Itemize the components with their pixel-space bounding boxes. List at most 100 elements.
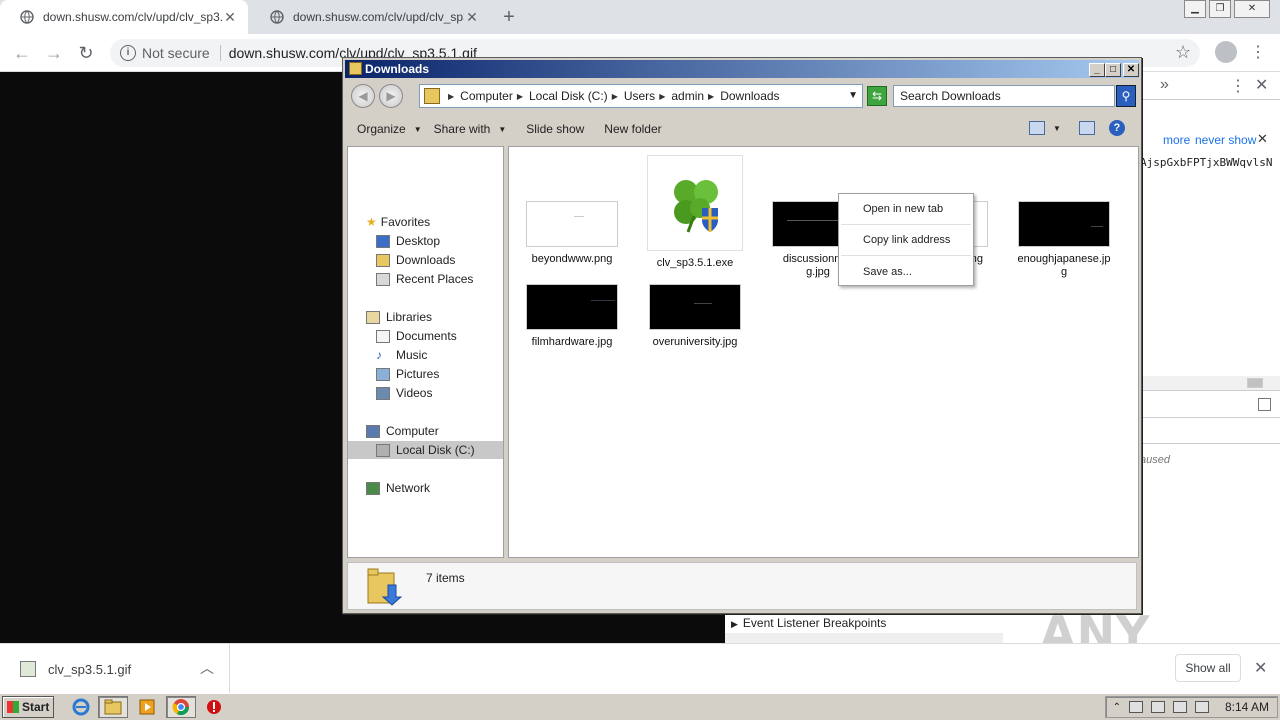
file-name: filmhardware.jpg — [531, 336, 613, 348]
nav-recent-places[interactable]: Recent Places — [376, 270, 473, 288]
organize-button[interactable]: Organize ▼ — [357, 122, 422, 136]
network-icon[interactable] — [1128, 701, 1143, 713]
info-icon[interactable]: i — [120, 45, 136, 61]
forward-arrow-icon[interactable]: → — [42, 41, 66, 65]
file-item[interactable]: enoughjapanese.jp g — [1009, 201, 1119, 279]
share-with-button[interactable]: Share with ▼ — [434, 122, 507, 136]
window-title: Downloads — [365, 62, 430, 76]
action-center-icon[interactable] — [1150, 701, 1165, 713]
more-tabs-icon[interactable]: » — [1160, 76, 1169, 94]
more-link[interactable]: more — [1163, 133, 1190, 147]
breadcrumb-users[interactable]: Users — [624, 89, 655, 103]
scrollbar-thumb[interactable] — [1247, 378, 1263, 388]
slide-show-button[interactable]: Slide show — [526, 122, 584, 136]
change-view-icon[interactable] — [1029, 121, 1045, 135]
browser-tab-1[interactable]: down.shusw.com/clv/upd/clv_sp3.5 ✕ — [0, 0, 248, 34]
new-tab-button[interactable]: + — [498, 5, 520, 29]
breadcrumb-admin[interactable]: admin — [671, 89, 704, 103]
nav-local-disk[interactable]: Local Disk (C:) — [348, 441, 503, 459]
address-dropdown-icon[interactable]: ▼ — [848, 90, 858, 101]
breadcrumb-arrow-icon[interactable]: ▶ — [517, 92, 523, 101]
refresh-icon[interactable]: ⇆ — [867, 86, 887, 106]
downloads-folder-icon — [367, 568, 402, 606]
tab-close-icon[interactable]: ✕ — [464, 9, 480, 26]
menu-item-copy-link[interactable]: Copy link address — [839, 228, 973, 252]
close-shelf-icon[interactable]: ✕ — [1254, 658, 1267, 678]
back-arrow-icon[interactable]: ◀ — [351, 84, 375, 108]
clock[interactable]: 8:14 AM — [1225, 700, 1269, 714]
maximize-icon[interactable]: □ — [1105, 63, 1121, 77]
nav-computer[interactable]: Computer — [366, 422, 439, 440]
file-item[interactable]: filmhardware.jpg — [517, 284, 627, 349]
devtools-close-icon[interactable]: ✕ — [1255, 75, 1268, 95]
media-player-icon[interactable] — [132, 696, 162, 718]
nav-libraries[interactable]: Libraries — [366, 308, 432, 326]
close-window-icon[interactable]: ✕ — [1234, 0, 1270, 18]
nav-downloads[interactable]: Downloads — [376, 251, 455, 269]
download-item[interactable]: clv_sp3.5.1.gif ︿ — [0, 644, 230, 694]
volume-icon[interactable] — [1172, 701, 1187, 713]
nav-desktop[interactable]: Desktop — [376, 232, 440, 250]
explorer-address-bar[interactable]: ▶ Computer ▶ Local Disk (C:) ▶ Users ▶ a… — [419, 84, 863, 108]
tab-close-icon[interactable]: ✕ — [222, 9, 238, 26]
format-icon[interactable] — [1258, 398, 1271, 411]
minimize-icon[interactable]: _ — [1089, 63, 1105, 77]
computer-icon — [366, 424, 380, 438]
search-icon[interactable]: ⚲ — [1116, 85, 1136, 107]
stop-icon[interactable] — [199, 696, 229, 718]
kebab-menu-icon[interactable]: ⋮ — [1250, 42, 1266, 62]
profile-icon[interactable] — [1215, 41, 1237, 63]
tray-expand-icon[interactable]: ⌃ — [1113, 702, 1121, 713]
nav-documents[interactable]: Documents — [376, 327, 457, 345]
infobar-close-icon[interactable]: ✕ — [1257, 131, 1268, 147]
preview-pane-icon[interactable] — [1078, 121, 1095, 135]
breadcrumb-downloads[interactable]: Downloads — [720, 89, 779, 103]
windows-taskbar: Start ⌃ 8:14 AM — [0, 693, 1280, 720]
breadcrumb-computer[interactable]: Computer — [460, 89, 513, 103]
start-button[interactable]: Start — [2, 696, 54, 718]
nav-network[interactable]: Network — [366, 479, 430, 497]
star-icon[interactable]: ☆ — [1175, 42, 1191, 63]
breadcrumb-arrow-icon[interactable]: ▶ — [448, 92, 454, 101]
window-titlebar[interactable]: Downloads _ □ ✕ — [345, 60, 1139, 78]
minimize-icon[interactable]: ▁ — [1184, 0, 1206, 18]
file-item[interactable]: clv_sp3.5.1.exe — [640, 155, 750, 270]
help-icon[interactable]: ? — [1108, 120, 1125, 136]
browser-tab-2[interactable]: down.shusw.com/clv/upd/clv_sp3.5 ✕ — [250, 0, 490, 34]
explorer-taskbar-icon[interactable] — [98, 696, 128, 718]
image-thumbnail — [526, 201, 618, 247]
menu-item-save-as[interactable]: Save as... — [839, 260, 973, 284]
nav-favorites[interactable]: ★ Favorites — [366, 213, 430, 231]
chevron-down-icon[interactable]: ▼ — [1053, 124, 1061, 133]
nav-music[interactable]: ♪ Music — [376, 346, 427, 364]
horizontal-scrollbar[interactable] — [1140, 376, 1280, 390]
close-icon[interactable]: ✕ — [1123, 63, 1139, 77]
nav-label: Libraries — [386, 310, 433, 324]
event-listener-breakpoints[interactable]: ▶ Event Listener Breakpoints — [725, 611, 1003, 633]
breadcrumb-local-disk[interactable]: Local Disk (C:) — [529, 89, 608, 103]
new-folder-button[interactable]: New folder — [604, 122, 661, 136]
restore-icon[interactable]: ❐ — [1209, 0, 1231, 18]
downloads-folder-icon — [376, 253, 390, 267]
nav-pictures[interactable]: Pictures — [376, 365, 439, 383]
breadcrumb-arrow-icon[interactable]: ▶ — [708, 92, 714, 101]
ie-icon[interactable] — [66, 696, 96, 718]
file-item[interactable]: beyondwww.png — [517, 201, 627, 266]
back-arrow-icon[interactable]: ← — [10, 41, 34, 65]
breadcrumb-arrow-icon[interactable]: ▶ — [612, 92, 618, 101]
show-all-button[interactable]: Show all — [1175, 654, 1241, 682]
chrome-taskbar-icon[interactable] — [166, 696, 196, 718]
paused-status: aused — [1140, 454, 1170, 466]
file-item[interactable]: overuniversity.jpg — [640, 284, 750, 349]
nav-videos[interactable]: Videos — [376, 384, 432, 402]
forward-arrow-icon[interactable]: ▶ — [379, 84, 403, 108]
search-input[interactable]: Search Downloads — [893, 85, 1115, 107]
chevron-up-icon[interactable]: ︿ — [200, 658, 214, 678]
breadcrumb-arrow-icon[interactable]: ▶ — [659, 92, 665, 101]
menu-item-open-new-tab[interactable]: Open in new tab — [839, 197, 973, 221]
flag-icon[interactable] — [1194, 701, 1209, 713]
devtools-menu-icon[interactable]: ⋮ — [1230, 76, 1246, 96]
reload-icon[interactable]: ↻ — [74, 41, 98, 65]
never-show-link[interactable]: never show — [1195, 133, 1256, 147]
file-name: overuniversity.jpg — [652, 336, 738, 348]
